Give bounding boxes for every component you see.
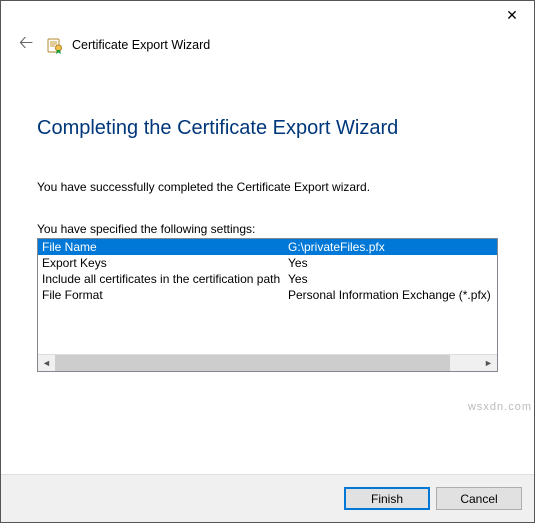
close-icon: ✕ — [506, 7, 518, 24]
settings-row-label: Export Keys — [38, 255, 288, 271]
settings-row-label: File Name — [38, 239, 288, 255]
button-bar: Finish Cancel — [1, 474, 534, 522]
settings-row[interactable]: Export KeysYes — [38, 255, 497, 271]
watermark: wsxdn.com — [468, 401, 532, 413]
chevron-right-icon: ► — [484, 358, 493, 368]
settings-row-value: Yes — [288, 255, 497, 271]
settings-row-label: File Format — [38, 287, 288, 303]
settings-row-value: Personal Information Exchange (*.pfx) — [288, 287, 497, 303]
close-button[interactable]: ✕ — [490, 1, 534, 29]
settings-subheading: You have specified the following setting… — [37, 222, 498, 236]
chevron-left-icon: ◄ — [42, 358, 51, 368]
scroll-thumb[interactable] — [55, 355, 450, 371]
settings-row[interactable]: File NameG:\privateFiles.pfx — [38, 239, 497, 255]
scroll-track[interactable] — [55, 355, 480, 371]
settings-row-label: Include all certificates in the certific… — [38, 271, 288, 287]
settings-list: File NameG:\privateFiles.pfxExport KeysY… — [38, 239, 497, 354]
horizontal-scrollbar[interactable]: ◄ ► — [38, 354, 497, 371]
settings-row[interactable]: File FormatPersonal Information Exchange… — [38, 287, 497, 303]
page-heading: Completing the Certificate Export Wizard — [37, 117, 498, 140]
back-button[interactable]: 🡠 — [16, 35, 36, 55]
settings-listbox[interactable]: File NameG:\privateFiles.pfxExport KeysY… — [37, 238, 498, 372]
cancel-button[interactable]: Cancel — [436, 487, 522, 510]
wizard-title: Certificate Export Wizard — [72, 38, 210, 52]
titlebar: ✕ — [1, 1, 534, 31]
settings-row-value: Yes — [288, 271, 497, 287]
certificate-wizard-icon — [46, 36, 64, 54]
completion-message: You have successfully completed the Cert… — [37, 180, 498, 194]
scroll-right-button[interactable]: ► — [480, 355, 497, 371]
wizard-header: 🡠 Certificate Export Wizard — [1, 31, 534, 69]
settings-row-value: G:\privateFiles.pfx — [288, 239, 497, 255]
settings-row[interactable]: Include all certificates in the certific… — [38, 271, 497, 287]
back-arrow-icon: 🡠 — [19, 30, 34, 60]
finish-button[interactable]: Finish — [344, 487, 430, 510]
content: Completing the Certificate Export Wizard… — [1, 69, 534, 372]
scroll-left-button[interactable]: ◄ — [38, 355, 55, 371]
